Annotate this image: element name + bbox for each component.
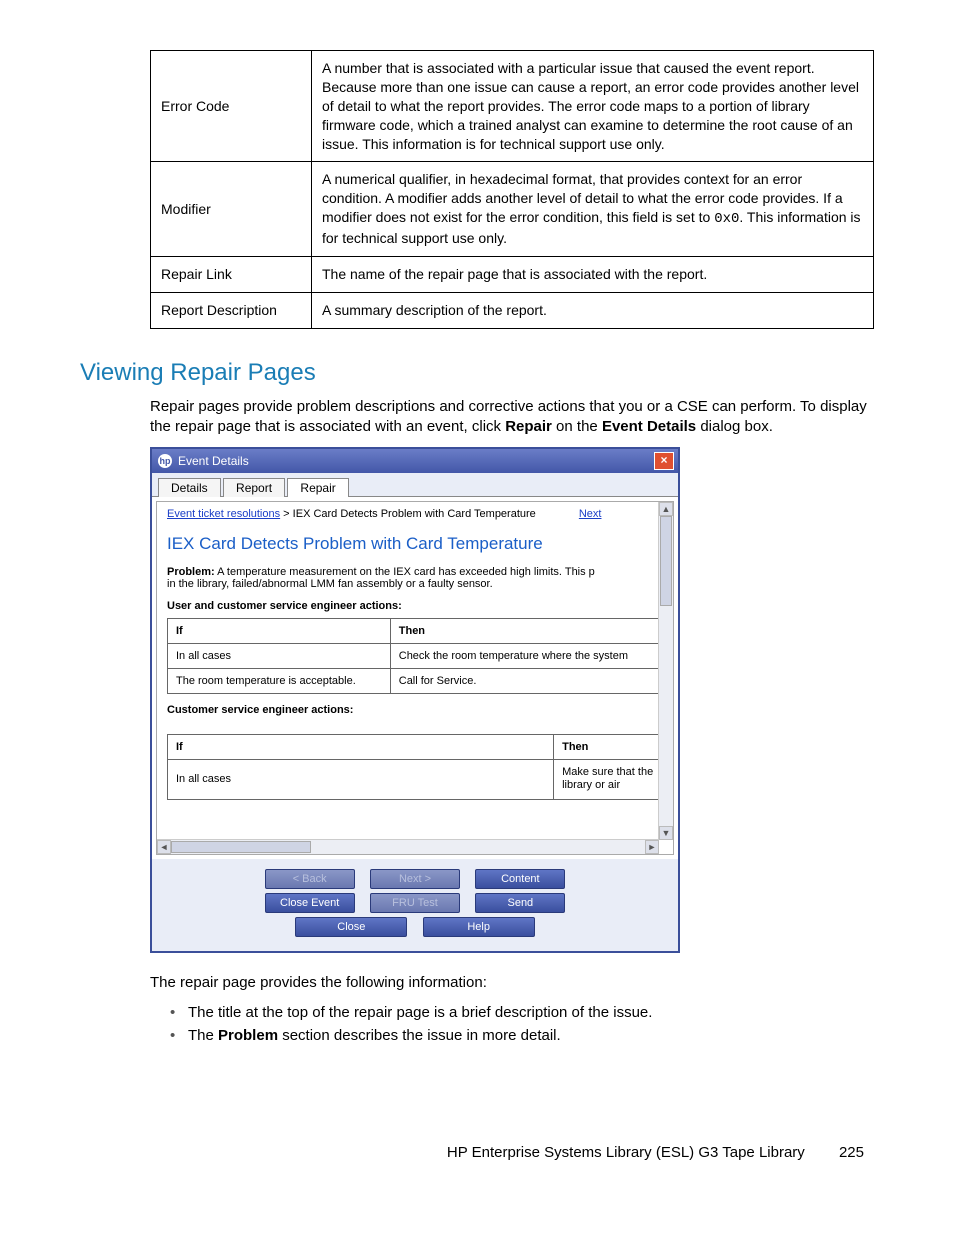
page-number: 225 (839, 1144, 864, 1161)
table-row: In all cases Make sure that the library … (168, 760, 663, 799)
term-cell: Modifier (151, 162, 312, 257)
breadcrumb: Event ticket resolutions > IEX Card Dete… (167, 508, 663, 520)
dialog-title: Event Details (178, 454, 249, 468)
list-item: The Problem section describes the issue … (170, 1027, 874, 1044)
table-row: The room temperature is acceptable. Call… (168, 669, 663, 694)
table-row: Repair Link The name of the repair page … (151, 257, 874, 293)
desc-cell: A summary description of the report. (312, 292, 874, 328)
scroll-right-icon[interactable]: ► (645, 840, 659, 854)
table-row: Error Code A number that is associated w… (151, 51, 874, 162)
scroll-up-icon[interactable]: ▲ (659, 502, 673, 516)
help-button[interactable]: Help (423, 917, 535, 937)
close-event-button[interactable]: Close Event (265, 893, 355, 913)
event-details-dialog-figure: hp Event Details × Details Report Repair… (150, 447, 680, 953)
cse-actions-table: If Then In all cases Make sure that the … (167, 734, 663, 799)
desc-cell: A number that is associated with a parti… (312, 51, 874, 162)
dialog-tabs: Details Report Repair (152, 473, 678, 497)
repair-page-title: IEX Card Detects Problem with Card Tempe… (167, 534, 663, 554)
definition-table: Error Code A number that is associated w… (150, 50, 874, 329)
fru-test-button[interactable]: FRU Test (370, 893, 460, 913)
user-actions-table: If Then In all cases Check the room temp… (167, 618, 663, 694)
col-then: Then (390, 619, 662, 644)
scroll-thumb[interactable] (171, 841, 311, 853)
desc-cell: A numerical qualifier, in hexadecimal fo… (312, 162, 874, 257)
breadcrumb-current: IEX Card Detects Problem with Card Tempe… (293, 508, 536, 520)
col-if: If (168, 619, 391, 644)
term-cell: Repair Link (151, 257, 312, 293)
list-item: The title at the top of the repair page … (170, 1004, 874, 1021)
table-row: In all cases Check the room temperature … (168, 644, 663, 669)
scroll-thumb[interactable] (660, 516, 672, 606)
send-button[interactable]: Send (475, 893, 565, 913)
vertical-scrollbar[interactable]: ▲ ▼ (658, 502, 673, 840)
tab-details[interactable]: Details (158, 478, 221, 497)
outro-paragraph: The repair page provides the following i… (150, 973, 874, 993)
close-icon[interactable]: × (654, 452, 674, 470)
desc-cell: The name of the repair page that is asso… (312, 257, 874, 293)
col-then: Then (554, 735, 663, 760)
section-heading: Viewing Repair Pages (80, 359, 874, 387)
content-button[interactable]: Content (475, 869, 565, 889)
problem-text: Problem: A temperature measurement on th… (167, 566, 663, 590)
breadcrumb-next-link[interactable]: Next (579, 508, 602, 520)
tab-report[interactable]: Report (223, 478, 285, 497)
dialog-titlebar: hp Event Details × (152, 449, 678, 473)
scroll-left-icon[interactable]: ◄ (157, 840, 171, 854)
horizontal-scrollbar[interactable]: ◄ ► (157, 839, 659, 854)
scroll-down-icon[interactable]: ▼ (659, 826, 673, 840)
dialog-button-area: < Back Next > Content Close Event FRU Te… (152, 859, 678, 951)
breadcrumb-link[interactable]: Event ticket resolutions (167, 508, 280, 520)
next-button[interactable]: Next > (370, 869, 460, 889)
tab-repair[interactable]: Repair (287, 478, 348, 497)
intro-paragraph: Repair pages provide problem description… (150, 397, 874, 438)
close-button[interactable]: Close (295, 917, 407, 937)
term-cell: Report Description (151, 292, 312, 328)
page-footer: HP Enterprise Systems Library (ESL) G3 T… (80, 1144, 874, 1161)
col-if: If (168, 735, 554, 760)
table-row: Modifier A numerical qualifier, in hexad… (151, 162, 874, 257)
dialog-scroll-pane: Event ticket resolutions > IEX Card Dete… (156, 501, 674, 855)
back-button[interactable]: < Back (265, 869, 355, 889)
user-actions-heading: User and customer service engineer actio… (167, 600, 663, 612)
term-cell: Error Code (151, 51, 312, 162)
table-row: Report Description A summary description… (151, 292, 874, 328)
footer-text: HP Enterprise Systems Library (ESL) G3 T… (447, 1144, 805, 1161)
hp-logo-icon: hp (158, 454, 172, 468)
cse-actions-heading: Customer service engineer actions: (167, 704, 663, 716)
bullet-list: The title at the top of the repair page … (170, 1004, 874, 1044)
